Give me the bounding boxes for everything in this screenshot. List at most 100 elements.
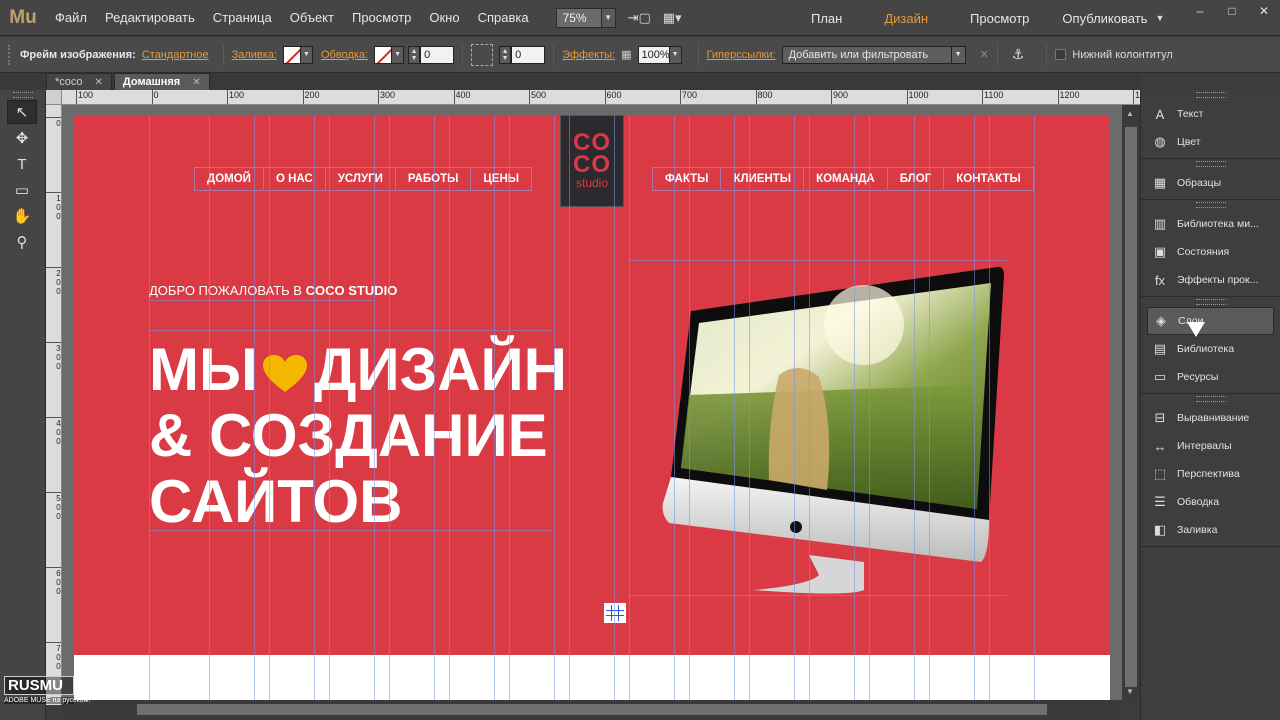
panel-icon: ▤ xyxy=(1153,341,1167,356)
panel-item[interactable]: ◍ Цвет xyxy=(1141,128,1280,156)
close-icon[interactable]: ✕ xyxy=(192,77,200,88)
publish-button[interactable]: Опубликовать xyxy=(1062,11,1147,26)
menu-file[interactable]: Файл xyxy=(46,10,96,25)
ruler-horizontal[interactable]: 100 0 100 200 300 400 500 600 700 800 900 1000 1100 1… xyxy=(62,90,1140,105)
grip-icon[interactable] xyxy=(1195,396,1226,402)
chevron-down-icon[interactable]: ▼ xyxy=(392,45,405,64)
selection-tool-icon[interactable]: ↖ xyxy=(7,100,37,124)
panel-item[interactable]: ◧ Заливка xyxy=(1141,516,1280,544)
effects-link[interactable]: Эффекты: xyxy=(562,49,615,61)
panel-item[interactable]: ⊟ Выравнивание xyxy=(1141,404,1280,432)
panel-item[interactable]: A Текст xyxy=(1141,100,1280,128)
grip-icon[interactable] xyxy=(1195,299,1226,305)
page[interactable]: CO CO studio ДОМОЙ О НАС УСЛУГИ РАБОТЫ Ц… xyxy=(74,115,1110,700)
panel-item[interactable]: ▣ Состояния xyxy=(1141,238,1280,266)
minimize-button[interactable]: – xyxy=(1184,0,1216,22)
vertical-scrollbar[interactable]: ▲ ▼ xyxy=(1122,105,1140,700)
hand-tool-icon[interactable]: ✋ xyxy=(7,204,37,228)
chevron-down-icon[interactable]: ▼ xyxy=(1155,13,1164,23)
nav-item-blog[interactable]: БЛОГ xyxy=(888,168,945,190)
panel-item[interactable]: ▭ Ресурсы xyxy=(1141,363,1280,391)
stroke-swatch[interactable] xyxy=(374,45,393,64)
corner-radius-input[interactable]: 0 xyxy=(511,45,546,64)
menu-object[interactable]: Объект xyxy=(281,10,343,25)
chevron-down-icon[interactable]: ▼ xyxy=(669,45,682,64)
welcome-text[interactable]: ДОБРО ПОЖАЛОВАТЬ В COCO STUDIO xyxy=(149,283,397,298)
menu-edit[interactable]: Редактировать xyxy=(96,10,204,25)
ruler-label: 1100 xyxy=(984,90,1004,100)
imac-image[interactable] xyxy=(659,265,1004,595)
panel-item[interactable]: ☰ Обводка xyxy=(1141,488,1280,516)
hyperlinks-value: Добавить или фильтровать xyxy=(788,48,929,61)
rectangle-tool-icon[interactable]: ▭ xyxy=(7,178,37,202)
tab-coco[interactable]: *coco ✕ xyxy=(46,73,112,90)
maximize-button[interactable]: □ xyxy=(1216,0,1248,22)
layout-guide xyxy=(314,115,315,700)
grip-icon[interactable] xyxy=(1195,161,1226,167)
panel-item[interactable]: ▦ Образцы xyxy=(1141,169,1280,197)
grid-widget-icon[interactable] xyxy=(604,603,626,623)
text-tool-icon[interactable]: T xyxy=(7,152,37,176)
horizontal-scrollbar[interactable] xyxy=(62,700,1122,720)
preview-page-icon[interactable]: ⇥▢ xyxy=(628,10,651,26)
menu-view[interactable]: Просмотр xyxy=(343,10,420,25)
clear-link-icon[interactable]: ✕ xyxy=(980,48,989,61)
crop-tool-icon[interactable]: ✥ xyxy=(7,126,37,150)
logo-sub: studio xyxy=(575,176,609,190)
stroke-width-input[interactable]: 0 xyxy=(420,45,455,64)
panel-item[interactable]: ⬚ Перспектива xyxy=(1141,460,1280,488)
frame-style-link[interactable]: Стандартное xyxy=(142,49,209,61)
hyperlinks-link[interactable]: Гиперссылки: xyxy=(707,49,776,61)
close-button[interactable]: ✕ xyxy=(1248,0,1280,22)
stroke-link[interactable]: Обводка: xyxy=(321,49,368,61)
opacity-icon: ▦ xyxy=(621,49,632,61)
tab-home[interactable]: Домашняя ✕ xyxy=(113,73,210,90)
close-icon[interactable]: ✕ xyxy=(95,77,103,88)
panel-item[interactable]: ↔ Интервалы xyxy=(1141,432,1280,460)
chevron-down-icon[interactable]: ▼ xyxy=(300,45,313,64)
nav-item-prices[interactable]: ЦЕНЫ xyxy=(471,168,531,190)
menu-page[interactable]: Страница xyxy=(204,10,281,25)
panel-item[interactable]: ▤ Библиотека xyxy=(1141,335,1280,363)
grip-icon[interactable] xyxy=(1195,92,1226,98)
nav-item-team[interactable]: КОМАНДА xyxy=(804,168,888,190)
fill-link[interactable]: Заливка: xyxy=(232,49,277,61)
stroke-width-stepper[interactable]: ▲ ▼ xyxy=(408,45,421,64)
hyperlinks-select[interactable]: Добавить или фильтровать ▼ xyxy=(781,45,966,64)
panel-item[interactable]: fx Эффекты прок... xyxy=(1141,266,1280,294)
panel-item[interactable]: ◈ Слои xyxy=(1147,307,1274,335)
menu-window[interactable]: Окно xyxy=(420,10,468,25)
nav-item-facts[interactable]: ФАКТЫ xyxy=(653,168,722,190)
ruler-vertical[interactable]: 0 100 200 300 400 500 600 700 xyxy=(46,105,62,705)
view-mode-icon[interactable]: ▦▾ xyxy=(663,10,682,26)
panel-icon: fx xyxy=(1154,272,1166,288)
scrollbar-thumb[interactable] xyxy=(1125,127,1137,687)
panel-item[interactable]: ▥ Библиотека ми... xyxy=(1141,210,1280,238)
panel-icon: ◈ xyxy=(1156,313,1166,328)
footer-checkbox[interactable] xyxy=(1055,49,1067,60)
mode-tab-design[interactable]: Дизайн xyxy=(863,11,949,26)
fill-swatch[interactable] xyxy=(282,45,301,64)
anchor-icon[interactable]: ⚓ xyxy=(1012,46,1025,63)
menu-help[interactable]: Справка xyxy=(469,10,538,25)
mode-tab-plan[interactable]: План xyxy=(790,11,863,26)
ruler-tick xyxy=(680,90,681,104)
panel-icon: ☰ xyxy=(1154,494,1166,509)
nav-item-about[interactable]: О НАС xyxy=(264,168,326,190)
canvas[interactable]: CO CO studio ДОМОЙ О НАС УСЛУГИ РАБОТЫ Ц… xyxy=(62,105,1122,700)
hero-section[interactable]: CO CO studio ДОМОЙ О НАС УСЛУГИ РАБОТЫ Ц… xyxy=(74,115,1110,655)
corner-radius-stepper[interactable]: ▲ ▼ xyxy=(499,45,512,64)
scroll-down-icon[interactable]: ▼ xyxy=(1126,687,1134,696)
layout-guide xyxy=(629,115,630,700)
mode-tab-preview[interactable]: Просмотр xyxy=(949,11,1050,26)
nav-item-services[interactable]: УСЛУГИ xyxy=(326,168,396,190)
layout-guide xyxy=(869,115,870,700)
scrollbar-thumb[interactable] xyxy=(137,704,1047,715)
grip-icon[interactable] xyxy=(1195,202,1226,208)
zoom-select[interactable]: 75% ▼ xyxy=(555,7,616,28)
panel-icon: ↔ xyxy=(1153,438,1167,454)
headline[interactable]: МЫ ДИЗАЙН & СОЗДАНИЕ САЙТОВ xyxy=(149,337,567,535)
opacity-input[interactable]: 100% xyxy=(637,45,670,64)
zoom-tool-icon[interactable]: ⚲ xyxy=(7,230,37,254)
scroll-up-icon[interactable]: ▲ xyxy=(1126,109,1134,118)
